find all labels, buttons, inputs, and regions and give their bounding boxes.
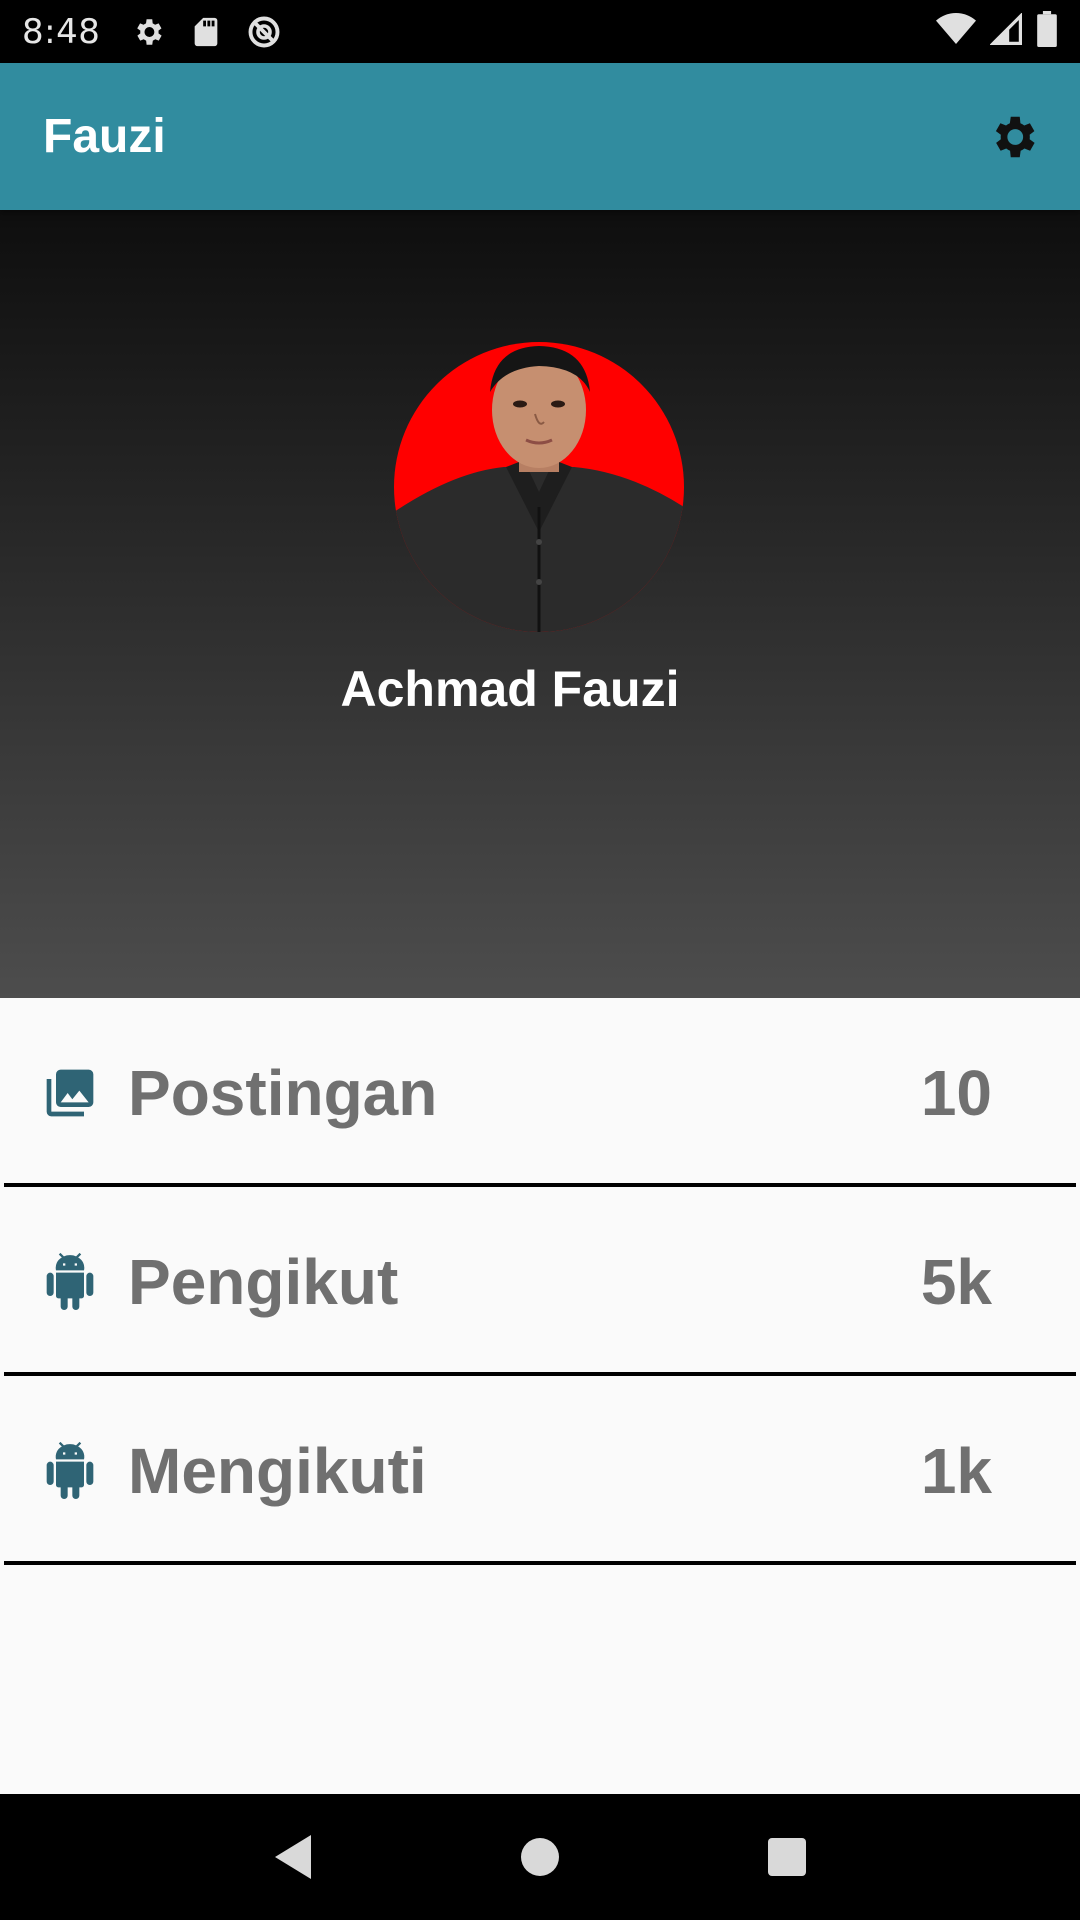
back-button[interactable] — [263, 1827, 323, 1887]
system-nav-bar — [0, 1794, 1080, 1920]
stats-list: Postingan 10 Pengikut 5k Mengikuti 1k — [0, 998, 1080, 1565]
gear-icon — [130, 14, 166, 50]
app-bar: Fauzi — [0, 63, 1080, 210]
recents-icon — [767, 1838, 806, 1876]
app-title: Fauzi — [43, 110, 166, 163]
status-time: 8:48 — [22, 11, 101, 52]
status-bar: 8:48 — [0, 0, 1080, 63]
divider — [4, 1561, 1076, 1565]
battery-icon — [1036, 11, 1058, 52]
stat-value: 10 — [920, 1056, 992, 1129]
cellular-signal-icon — [989, 12, 1022, 50]
stat-row-postingan[interactable]: Postingan 10 — [0, 998, 1080, 1187]
stat-row-mengikuti[interactable]: Mengikuti 1k — [0, 1376, 1080, 1565]
home-icon — [520, 1838, 559, 1876]
back-icon — [275, 1835, 312, 1879]
gear-icon — [995, 116, 1035, 157]
profile-name: Achmad Fauzi — [340, 661, 680, 717]
stat-label: Postingan — [128, 1056, 438, 1129]
profile-header: Achmad Fauzi — [0, 210, 1080, 998]
sync-disabled-icon — [246, 14, 282, 50]
settings-button[interactable] — [983, 107, 1043, 167]
android-icon — [42, 1252, 98, 1310]
android-icon — [42, 1441, 98, 1499]
stat-value: 1k — [920, 1434, 992, 1507]
stat-value: 5k — [920, 1245, 992, 1318]
avatar[interactable] — [394, 342, 684, 632]
stat-label: Mengikuti — [128, 1434, 427, 1507]
photo-library-icon — [42, 1065, 98, 1121]
stat-label: Pengikut — [128, 1245, 399, 1318]
home-button[interactable] — [510, 1827, 570, 1887]
sd-card-icon — [188, 14, 224, 50]
recents-button[interactable] — [757, 1827, 817, 1887]
wifi-icon — [936, 12, 976, 51]
stat-row-pengikut[interactable]: Pengikut 5k — [0, 1187, 1080, 1376]
